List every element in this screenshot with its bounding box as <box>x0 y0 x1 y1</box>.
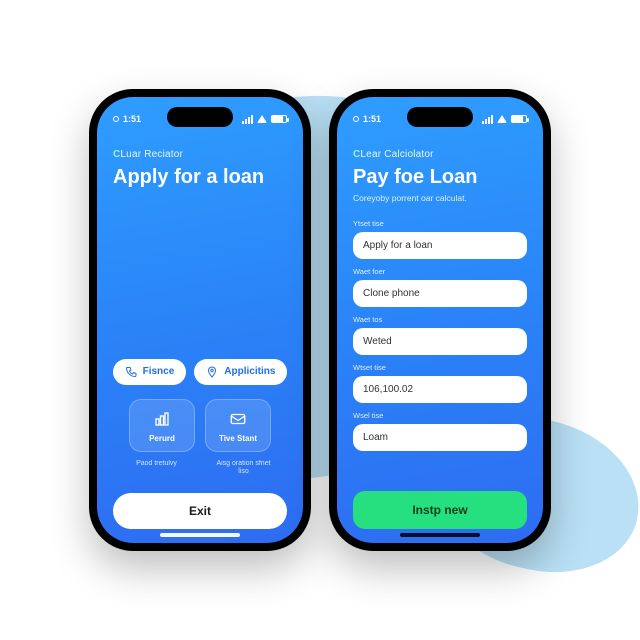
weted-field[interactable]: Weted <box>353 328 527 355</box>
dynamic-island <box>167 107 233 127</box>
field-label: Ytset tise <box>353 219 527 228</box>
page-title: Apply for a loan <box>113 166 287 189</box>
tile-label: Tive Stant <box>219 434 257 443</box>
status-dot-icon <box>353 116 359 122</box>
wifi-icon <box>497 115 507 123</box>
tile-label: Perurd <box>149 434 175 443</box>
field-label: Wsel tise <box>353 411 527 420</box>
field-label: Waet foer <box>353 267 527 276</box>
chart-icon <box>153 410 171 428</box>
battery-icon <box>271 115 287 123</box>
wifi-icon <box>257 115 267 123</box>
applications-pill[interactable]: Applicitins <box>194 359 287 385</box>
finance-pill[interactable]: Fisnce <box>113 359 187 385</box>
field-label: Waet tos <box>353 315 527 324</box>
clone-phone-field[interactable]: Clone phone <box>353 280 527 307</box>
status-dot-icon <box>113 116 119 122</box>
home-indicator[interactable] <box>400 533 480 537</box>
dynamic-island <box>407 107 473 127</box>
status-time: 1:51 <box>123 114 141 124</box>
phone-icon <box>125 366 137 378</box>
submit-button[interactable]: Instp new <box>353 491 527 529</box>
page-title: Pay foe Loan <box>353 166 527 189</box>
pill-label: Applicitins <box>224 366 275 377</box>
phone-frame-left: 1:51 CLuar Reciator Apply for a loan <box>89 89 311 551</box>
brand-label: CLear Calciolator <box>353 149 527 160</box>
phone-frame-right: 1:51 CLear Calciolator Pay foe Loan Core… <box>329 89 551 551</box>
tile-caption: Aisg oration sfnet liso <box>211 460 277 478</box>
amount-field[interactable]: 106,100.02 <box>353 376 527 403</box>
mockup-stage: 1:51 CLuar Reciator Apply for a loan <box>0 0 640 640</box>
signal-icon <box>242 115 253 124</box>
screen-right: 1:51 CLear Calciolator Pay foe Loan Core… <box>337 97 543 543</box>
home-indicator[interactable] <box>160 533 240 537</box>
signal-icon <box>482 115 493 124</box>
pin-icon <box>206 366 218 378</box>
status-time: 1:51 <box>363 114 381 124</box>
brand-label: CLuar Reciator <box>113 149 287 160</box>
loan-form: Ytset tise Apply for a loan Waet foer Cl… <box>353 215 527 451</box>
screen-left: 1:51 CLuar Reciator Apply for a loan <box>97 97 303 543</box>
perurd-tile[interactable]: Perurd <box>129 399 195 452</box>
caption-row: Paod tretulvy Aisg oration sfnet liso <box>113 460 287 478</box>
field-label: Wtset tise <box>353 363 527 372</box>
apply-loan-field[interactable]: Apply for a loan <box>353 232 527 259</box>
mail-icon <box>229 410 247 428</box>
battery-icon <box>511 115 527 123</box>
page-subtitle: Coreyoby porrent oar calculat. <box>353 193 527 203</box>
pill-label: Fisnce <box>143 366 175 377</box>
pill-row: Fisnce Applicitins <box>113 359 287 385</box>
tile-row: Perurd Tive Stant <box>113 399 287 452</box>
tile-caption: Paod tretulvy <box>124 460 190 478</box>
exit-button[interactable]: Exit <box>113 493 287 529</box>
loam-field[interactable]: Loam <box>353 424 527 451</box>
tive-stant-tile[interactable]: Tive Stant <box>205 399 271 452</box>
